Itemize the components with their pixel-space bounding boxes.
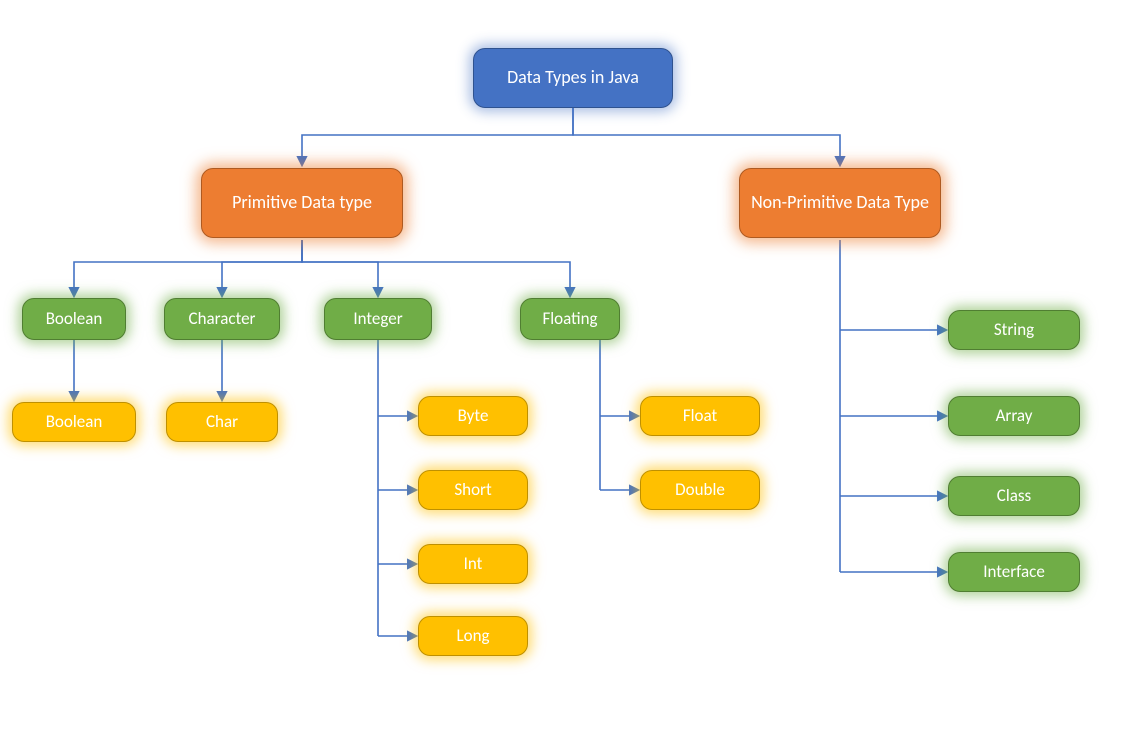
leaf-string: String [948, 310, 1080, 350]
leaf-double: Double [640, 470, 760, 510]
group-floating: Floating [520, 298, 620, 340]
leaf-float: Float [640, 396, 760, 436]
leaf-interface: Interface [948, 552, 1080, 592]
primitive-node: Primitive Data type [201, 168, 403, 238]
connector-layer [0, 0, 1140, 740]
root-node: Data Types in Java [473, 48, 673, 108]
leaf-int: Int [418, 544, 528, 584]
nonprimitive-node: Non-Primitive Data Type [739, 168, 941, 238]
group-boolean: Boolean [22, 298, 126, 340]
leaf-short: Short [418, 470, 528, 510]
leaf-char: Char [166, 402, 278, 442]
leaf-byte: Byte [418, 396, 528, 436]
leaf-long: Long [418, 616, 528, 656]
group-character: Character [164, 298, 280, 340]
leaf-array: Array [948, 396, 1080, 436]
group-integer: Integer [324, 298, 432, 340]
leaf-class: Class [948, 476, 1080, 516]
leaf-boolean: Boolean [12, 402, 136, 442]
